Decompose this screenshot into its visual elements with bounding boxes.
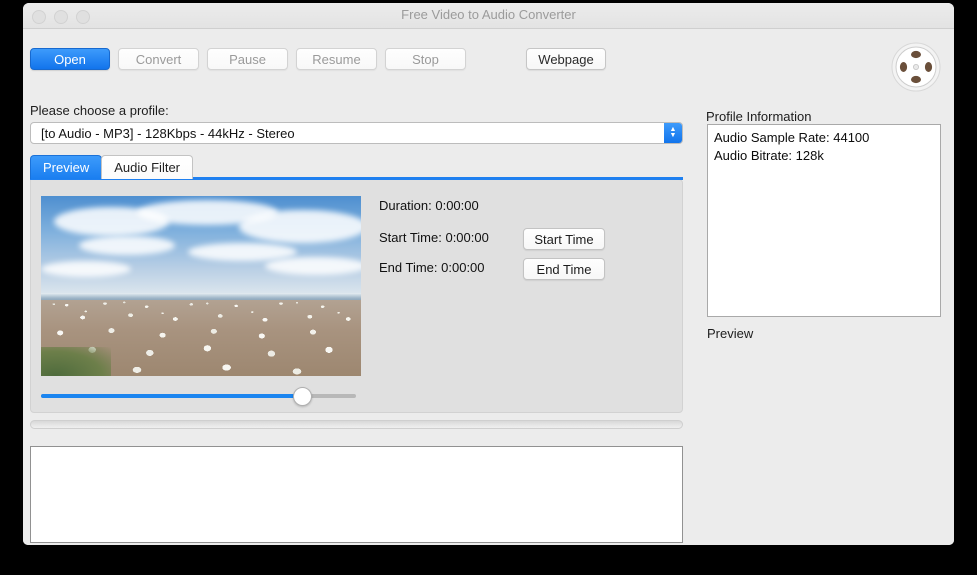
profile-select[interactable]: [to Audio - MP3] - 128Kbps - 44kHz - Ste… [30, 122, 683, 144]
stop-button[interactable]: Stop [385, 48, 466, 70]
app-window: Free Video to Audio Converter Open Conve… [23, 3, 954, 545]
duration-label: Duration: 0:00:00 [379, 198, 479, 213]
film-reel-icon [891, 42, 941, 92]
end-time-label: End Time: 0:00:00 [379, 260, 485, 275]
tab-bar: Preview Audio Filter [30, 155, 193, 179]
profile-information-box: Audio Sample Rate: 44100 Audio Bitrate: … [707, 124, 941, 317]
start-time-label: Start Time: 0:00:00 [379, 230, 489, 245]
cloud-shape [239, 210, 361, 243]
slider-knob[interactable] [292, 387, 312, 406]
thumbnail-grass-patch [41, 347, 112, 376]
profile-info-line: Audio Bitrate: 128k [714, 148, 824, 163]
chevron-down-icon: ▼ [669, 132, 677, 139]
profile-information-heading: Profile Information [706, 109, 812, 124]
webpage-button[interactable]: Webpage [526, 48, 606, 70]
conversion-progress-bar [30, 420, 683, 429]
preview-caption-label: Preview [707, 326, 754, 341]
log-output-area[interactable] [30, 446, 683, 543]
video-preview-thumbnail[interactable] [41, 196, 361, 376]
convert-button[interactable]: Convert [118, 48, 199, 70]
tab-audio-filter[interactable]: Audio Filter [101, 155, 193, 179]
cloud-shape [41, 260, 131, 277]
preview-tab-panel: Duration: 0:00:00 Start Time: 0:00:00 En… [30, 179, 683, 413]
tab-preview[interactable]: Preview [30, 155, 103, 179]
pause-button[interactable]: Pause [207, 48, 288, 70]
profile-selected-value: [to Audio - MP3] - 128Kbps - 44kHz - Ste… [41, 126, 295, 141]
profile-info-line: Audio Sample Rate: 44100 [714, 130, 870, 145]
set-end-time-button[interactable]: End Time [523, 258, 605, 280]
window-title: Free Video to Audio Converter [401, 7, 576, 22]
set-start-time-button[interactable]: Start Time [523, 228, 605, 250]
preview-position-slider[interactable] [41, 386, 356, 406]
resume-button[interactable]: Resume [296, 48, 377, 70]
slider-fill [41, 394, 303, 398]
thumbnail-distant-birds [41, 296, 361, 333]
title-bar: Free Video to Audio Converter [23, 3, 954, 29]
open-button[interactable]: Open [30, 48, 110, 70]
chevron-updown-icon[interactable]: ▲ ▼ [664, 123, 682, 143]
profile-prompt-label: Please choose a profile: [30, 103, 169, 118]
cloud-shape [188, 242, 297, 261]
window-content: Open Convert Pause Resume Stop Webpage P… [23, 29, 954, 545]
